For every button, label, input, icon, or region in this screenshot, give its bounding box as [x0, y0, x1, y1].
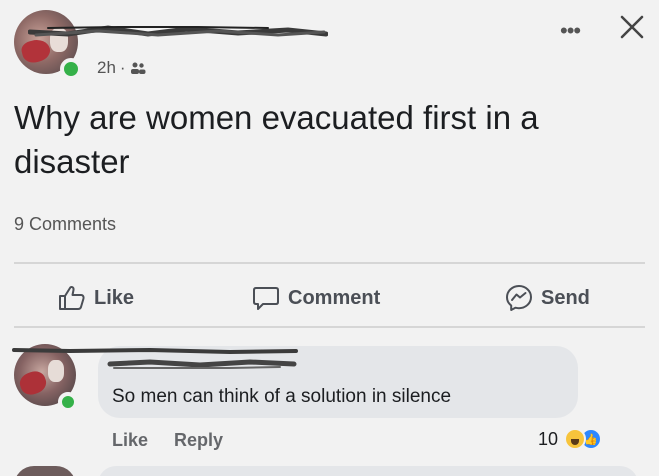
post-text: Why are women evacuated first in a disas…	[14, 99, 539, 180]
like-label: Like	[94, 286, 135, 309]
messenger-icon	[506, 285, 532, 311]
meta-separator: ·	[119, 58, 126, 77]
next-commenter-avatar[interactable]	[14, 466, 76, 476]
send-button[interactable]: Send	[505, 276, 590, 320]
send-label: Send	[541, 286, 590, 309]
divider	[14, 326, 645, 328]
more-options-icon[interactable]: •••	[560, 18, 581, 44]
comment-reply-button[interactable]: Reply	[174, 430, 223, 451]
avatar-detail	[19, 36, 53, 66]
comment-icon	[253, 287, 279, 310]
comment-text: So men can think of a solution in silenc…	[112, 386, 452, 407]
comment-like-button[interactable]: Like	[112, 430, 148, 451]
commenter-online-dot	[58, 392, 78, 412]
next-comment-bubble	[98, 466, 638, 476]
comment-actions: Like Reply	[112, 430, 223, 451]
reaction-count: 10	[538, 428, 559, 449]
like-button[interactable]: Like	[58, 276, 134, 320]
haha-reaction-icon	[564, 428, 587, 450]
post-header: 2h · •••	[0, 0, 659, 90]
close-icon[interactable]	[617, 12, 647, 42]
online-status-dot	[60, 58, 82, 80]
comment-label: Comment	[288, 286, 381, 309]
post-meta: 2h ·	[97, 58, 146, 78]
redacted-commenter-name-scribble	[12, 347, 298, 369]
comment-count[interactable]: 9 Comments	[14, 214, 116, 235]
thumbs-up-icon	[59, 285, 85, 310]
post-action-bar: Like Comment Send	[0, 276, 659, 320]
friends-icon	[130, 62, 146, 74]
comment-reactions[interactable]: 10 👍	[538, 428, 603, 450]
post-time[interactable]: 2h	[97, 58, 116, 78]
redacted-name-scribble	[28, 25, 328, 37]
divider	[14, 262, 645, 264]
comment-button[interactable]: Comment	[252, 276, 380, 320]
